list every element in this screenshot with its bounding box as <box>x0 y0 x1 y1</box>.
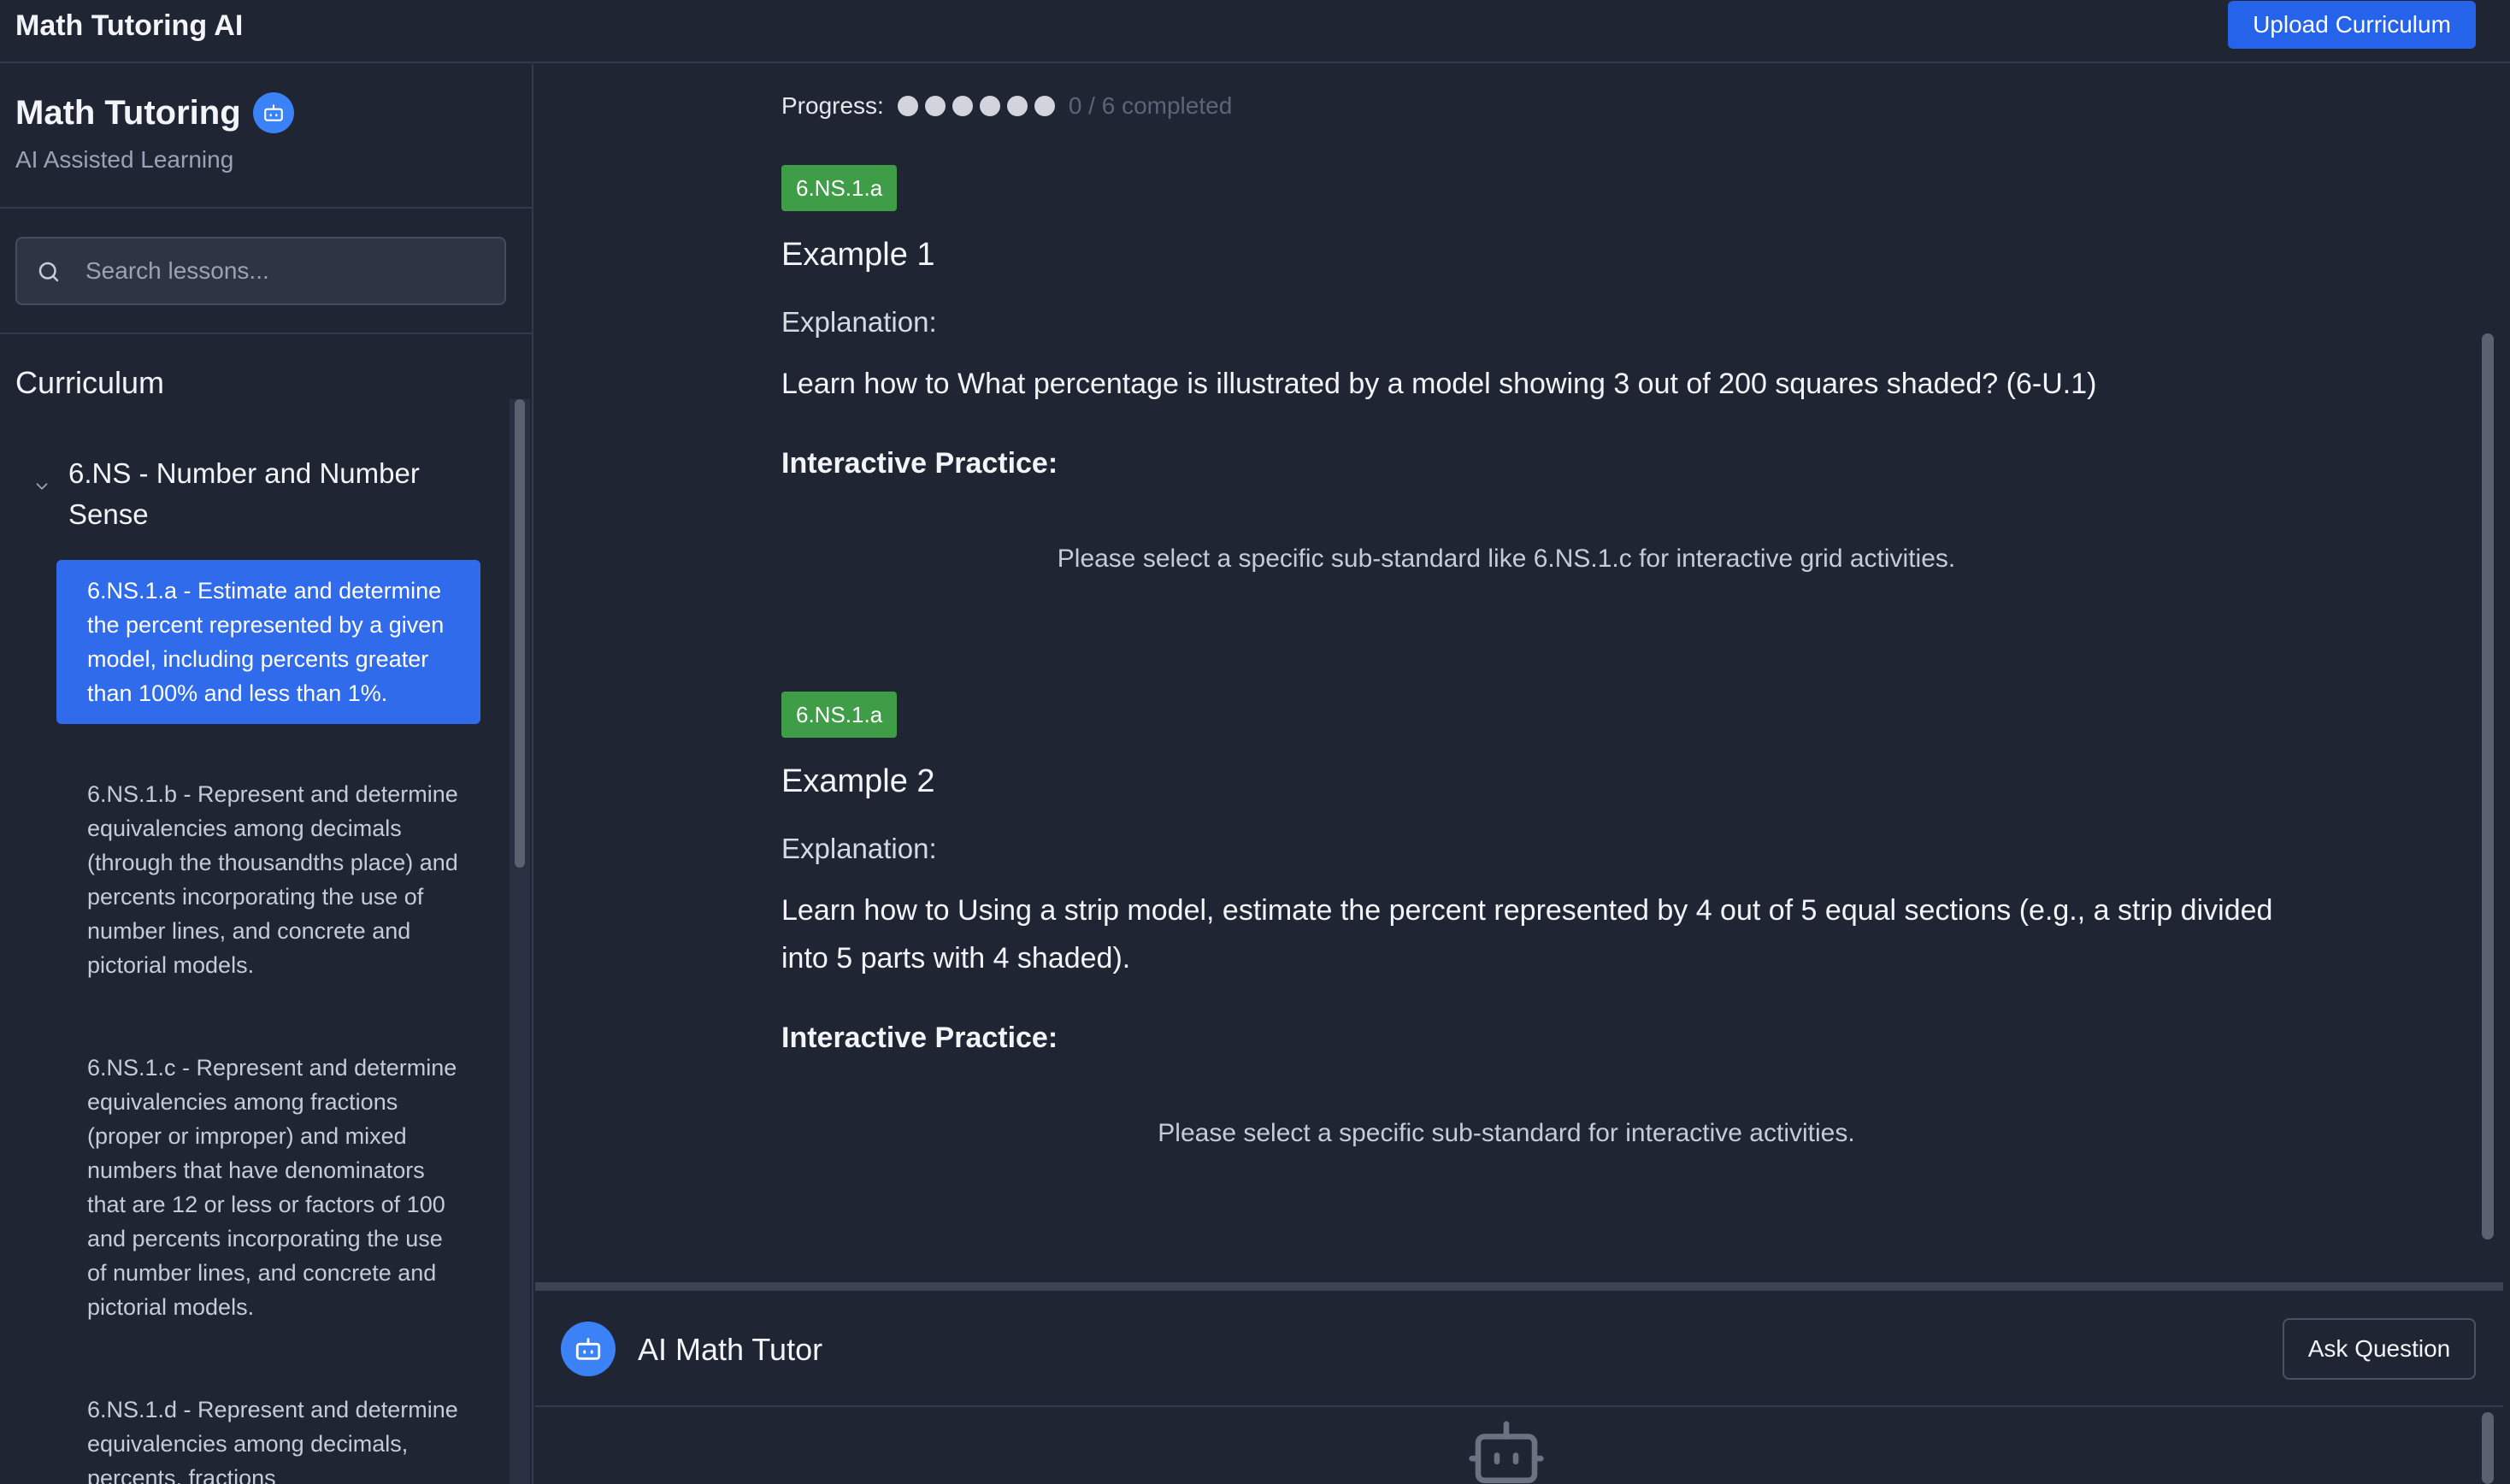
progress-dot <box>1034 96 1055 116</box>
robot-icon <box>1469 1417 1544 1484</box>
practice-label: Interactive Practice: <box>781 1022 1058 1054</box>
upload-curriculum-button[interactable]: Upload Curriculum <box>2228 1 2476 49</box>
practice-note: Please select a specific sub-standard fo… <box>1158 1119 1855 1147</box>
progress-dot <box>952 96 973 116</box>
practice-note: Please select a specific sub-standard li… <box>1057 545 1956 573</box>
lesson-item[interactable]: 6.NS.1.b - Represent and determine equiv… <box>56 763 480 996</box>
example-title: Example 2 <box>781 763 935 799</box>
ask-question-button[interactable]: Ask Question <box>2283 1318 2476 1380</box>
lesson-item[interactable]: 6.NS.1.a - Estimate and determine the pe… <box>56 560 480 724</box>
progress-text: 0 / 6 completed <box>1068 92 1233 119</box>
progress-dot <box>897 96 918 116</box>
top-bar: Math Tutoring AI Upload Curriculum <box>0 0 2510 63</box>
example-card: 6.NS.1.a Example 1 Explanation: Learn ho… <box>781 165 2286 574</box>
chevron-down-icon[interactable] <box>32 477 51 500</box>
lesson-item[interactable]: 6.NS.1.d - Represent and determine equiv… <box>56 1379 480 1484</box>
progress: Progress: 0 / 6 completed <box>781 92 1232 120</box>
standard-tag: 6.NS.1.a <box>781 165 898 211</box>
robot-icon <box>252 92 294 133</box>
curriculum-heading: Curriculum <box>15 365 165 400</box>
explanation-text: Learn how to What percentage is illustra… <box>781 368 2097 400</box>
content-scrollbar-thumb[interactable] <box>2482 333 2494 1240</box>
example-card: 6.NS.1.a Example 2 Explanation: Learn ho… <box>781 692 2286 1148</box>
progress-dot <box>1006 96 1028 116</box>
app-title: Math Tutoring AI <box>15 9 244 42</box>
brand-title: Math Tutoring <box>15 94 241 132</box>
sidebar-scrollbar-thumb[interactable] <box>515 399 525 868</box>
progress-label: Progress: <box>781 92 884 119</box>
tutor-header: AI Math Tutor Ask Question <box>535 1291 2503 1407</box>
example-title: Example 1 <box>781 237 935 273</box>
search-box[interactable] <box>15 237 506 305</box>
lesson-content: Progress: 0 / 6 completed 6.NS.1.a Examp… <box>535 64 2476 1282</box>
standard-tag: 6.NS.1.a <box>781 692 898 738</box>
section-label[interactable]: 6.NS - Number and Number Sense <box>68 453 479 535</box>
lesson-item[interactable]: 6.NS.1.c - Represent and determine equiv… <box>56 1037 480 1338</box>
divider <box>0 207 532 209</box>
tutor-scrollbar-thumb[interactable] <box>2482 1412 2494 1484</box>
divider <box>0 333 532 334</box>
explanation-label: Explanation: <box>781 833 937 864</box>
progress-dot <box>979 96 1000 116</box>
explanation-label: Explanation: <box>781 306 937 338</box>
explanation-text: Learn how to Using a strip model, estima… <box>781 894 2273 975</box>
search-icon <box>36 259 62 289</box>
practice-label: Interactive Practice: <box>781 447 1058 480</box>
sidebar: Math Tutoring AI Assisted Learning Curri… <box>0 64 533 1484</box>
search-input[interactable] <box>85 249 487 293</box>
panel-resize-handle[interactable] <box>535 1282 2503 1291</box>
progress-dot <box>924 96 946 116</box>
robot-icon <box>561 1322 616 1376</box>
brand-subtitle: AI Assisted Learning <box>15 146 234 173</box>
brand: Math Tutoring <box>15 90 294 136</box>
tutor-title: AI Math Tutor <box>638 1332 823 1367</box>
